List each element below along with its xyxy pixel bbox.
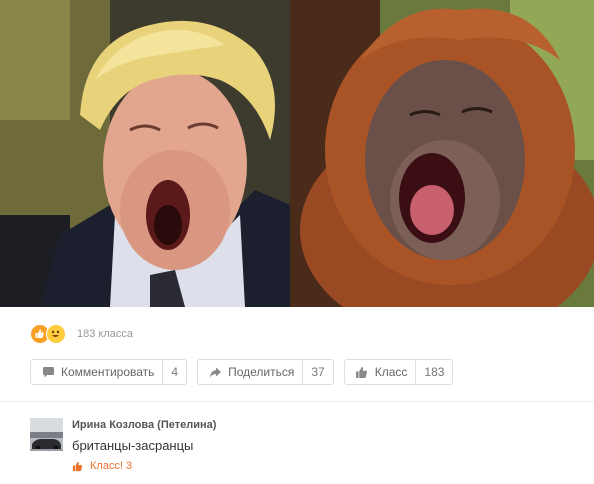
share-button-label: Поделиться <box>228 365 295 379</box>
post-photo[interactable] <box>0 0 594 307</box>
comment-author[interactable]: Ирина Козлова (Петелина) <box>72 418 216 432</box>
avatar[interactable] <box>30 418 63 451</box>
reactions-summary[interactable]: 183 класса <box>30 323 133 345</box>
share-icon <box>208 365 222 379</box>
comment-like-button[interactable]: Класс! 3 <box>72 460 216 472</box>
like-button-label: Класс <box>374 365 408 379</box>
photo-right-orangutan <box>290 0 594 307</box>
thumbs-up-icon <box>355 365 369 379</box>
reaction-icons <box>30 323 72 345</box>
smile-reaction-icon <box>46 324 66 344</box>
share-button[interactable]: Поделиться 37 <box>197 359 334 385</box>
comment-body: Ирина Козлова (Петелина) британцы-засран… <box>72 418 216 472</box>
divider <box>0 401 594 402</box>
post-actions: Комментировать 4 Поделиться 37 Класс 183 <box>30 359 463 385</box>
comment-count: 4 <box>162 360 186 384</box>
comment-button[interactable]: Комментировать 4 <box>30 359 188 385</box>
share-count: 37 <box>302 360 332 384</box>
like-count: 183 <box>415 360 452 384</box>
comment-like-label: Класс! 3 <box>90 460 133 472</box>
reactions-count: 183 класса <box>77 328 133 340</box>
like-button[interactable]: Класс 183 <box>343 359 454 385</box>
thumbs-up-icon <box>72 460 84 472</box>
comment-button-label: Комментировать <box>61 365 155 379</box>
photo-left-man <box>0 0 290 307</box>
comment-text: британцы-засранцы <box>72 438 194 453</box>
comment-icon <box>41 365 55 379</box>
